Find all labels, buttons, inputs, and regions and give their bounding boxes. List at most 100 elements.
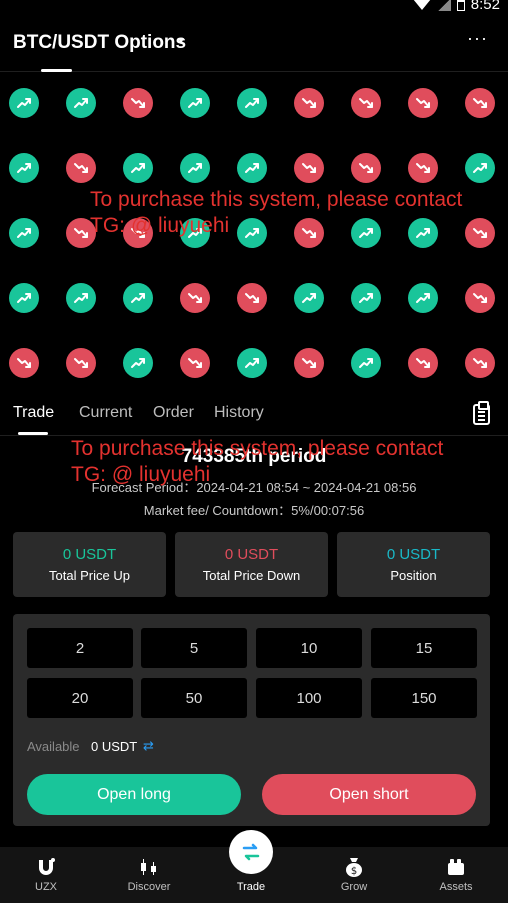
trend-down-icon: [351, 153, 381, 183]
nav-label-uzx: UZX: [35, 881, 57, 893]
trend-up-icon: [408, 218, 438, 248]
trend-down-icon: [294, 348, 324, 378]
trend-up-icon: [66, 283, 96, 313]
trend-down-icon: [408, 348, 438, 378]
tab-bar: Trade Current Order History: [0, 392, 508, 436]
results-grid: [0, 86, 508, 411]
total-up-label: Total Price Up: [49, 568, 130, 583]
trend-up-icon: [351, 283, 381, 313]
amount-option-10[interactable]: 10: [256, 628, 362, 668]
total-up-amount: 0 USDT: [62, 546, 117, 563]
wallet-icon: [406, 853, 506, 881]
candlestick-icon: [99, 853, 199, 881]
nav-grow[interactable]: $ Grow: [304, 847, 404, 903]
amount-option-5[interactable]: 5: [141, 628, 247, 668]
trend-down-icon: [465, 348, 495, 378]
header-tab-indicator: [41, 69, 72, 72]
nav-discover[interactable]: Discover: [99, 847, 199, 903]
trend-up-icon: [465, 153, 495, 183]
total-up-card: 0 USDT Total Price Up: [13, 532, 166, 597]
trade-fab-button[interactable]: [229, 830, 273, 874]
trend-up-icon: [237, 88, 267, 118]
wifi-icon: [412, 0, 431, 10]
trend-up-icon: [9, 153, 39, 183]
clipboard-icon[interactable]: [473, 401, 490, 425]
trend-down-icon: [66, 153, 96, 183]
trend-up-icon: [237, 218, 267, 248]
results-row: [0, 216, 508, 281]
amount-option-100[interactable]: 100: [256, 678, 362, 718]
available-value: 0 USDT: [91, 739, 138, 754]
market-fee-countdown: Market fee/ Countdown：5%/00:07:56: [143, 503, 365, 518]
trend-up-icon: [351, 218, 381, 248]
dropdown-caret-icon[interactable]: ▼: [176, 36, 186, 47]
open-long-button[interactable]: Open long: [27, 774, 241, 815]
trend-down-icon: [465, 88, 495, 118]
trend-down-icon: [9, 348, 39, 378]
tab-indicator: [18, 432, 48, 435]
amount-option-50[interactable]: 50: [141, 678, 247, 718]
trend-up-icon: [237, 153, 267, 183]
nav-uzx[interactable]: UZX: [0, 847, 96, 903]
page-title[interactable]: BTC/USDT Options: [13, 32, 186, 54]
trend-down-icon: [351, 88, 381, 118]
trend-down-icon: [66, 348, 96, 378]
trend-up-icon: [123, 348, 153, 378]
trend-up-icon: [351, 348, 381, 378]
transfer-icon[interactable]: ⇄: [143, 738, 154, 754]
amount-option-2[interactable]: 2: [27, 628, 133, 668]
total-down-amount: 0 USDT: [224, 546, 279, 563]
nav-label-discover: Discover: [127, 881, 171, 893]
trend-down-icon: [66, 218, 96, 248]
app-header: BTC/USDT Options ▼ ···: [0, 14, 508, 72]
trend-up-icon: [123, 283, 153, 313]
nav-label-grow: Grow: [340, 881, 368, 893]
trend-up-icon: [408, 283, 438, 313]
trend-down-icon: [180, 348, 210, 378]
results-row: [0, 86, 508, 151]
position-label: Position: [390, 568, 437, 583]
trend-down-icon: [123, 218, 153, 248]
svg-text:$: $: [351, 866, 357, 877]
order-panel: 2 5 10 15 20 50 100 150 Available 0 USDT…: [13, 614, 490, 826]
open-short-button[interactable]: Open short: [262, 774, 476, 815]
status-time: 8:52: [470, 0, 500, 13]
tab-history[interactable]: History: [214, 404, 264, 422]
trend-up-icon: [9, 88, 39, 118]
nav-label-trade: Trade: [236, 881, 266, 893]
total-down-card: 0 USDT Total Price Down: [175, 532, 328, 597]
period-title: 743385th period: [181, 446, 327, 467]
swap-icon: [242, 843, 260, 861]
forecast-period: Forecast Period：2024-04-21 08:54 ~ 2024-…: [91, 480, 417, 495]
more-menu-icon[interactable]: ···: [467, 28, 488, 49]
trend-down-icon: [237, 283, 267, 313]
nav-assets[interactable]: Assets: [406, 847, 506, 903]
nav-label-assets: Assets: [439, 881, 473, 893]
tab-order[interactable]: Order: [153, 404, 194, 422]
trend-down-icon: [294, 218, 324, 248]
amount-option-150[interactable]: 150: [371, 678, 477, 718]
trend-up-icon: [180, 88, 210, 118]
trend-down-icon: [294, 153, 324, 183]
amount-option-15[interactable]: 15: [371, 628, 477, 668]
battery-icon: [456, 0, 465, 11]
signal-icon: [436, 0, 451, 11]
available-label: Available: [27, 739, 80, 754]
trend-down-icon: [294, 88, 324, 118]
total-down-label: Total Price Down: [202, 568, 301, 583]
trend-down-icon: [408, 153, 438, 183]
trend-down-icon: [408, 88, 438, 118]
tab-trade[interactable]: Trade: [13, 404, 54, 422]
trend-down-icon: [123, 88, 153, 118]
status-bar: 8:52: [0, 0, 508, 14]
trend-up-icon: [66, 88, 96, 118]
results-row: [0, 281, 508, 346]
trend-up-icon: [9, 283, 39, 313]
position-amount: 0 USDT: [386, 546, 441, 563]
tab-current[interactable]: Current: [79, 404, 132, 422]
money-bag-icon: $: [304, 853, 404, 881]
position-card: 0 USDT Position: [337, 532, 490, 597]
trend-down-icon: [180, 283, 210, 313]
trend-up-icon: [9, 218, 39, 248]
amount-option-20[interactable]: 20: [27, 678, 133, 718]
